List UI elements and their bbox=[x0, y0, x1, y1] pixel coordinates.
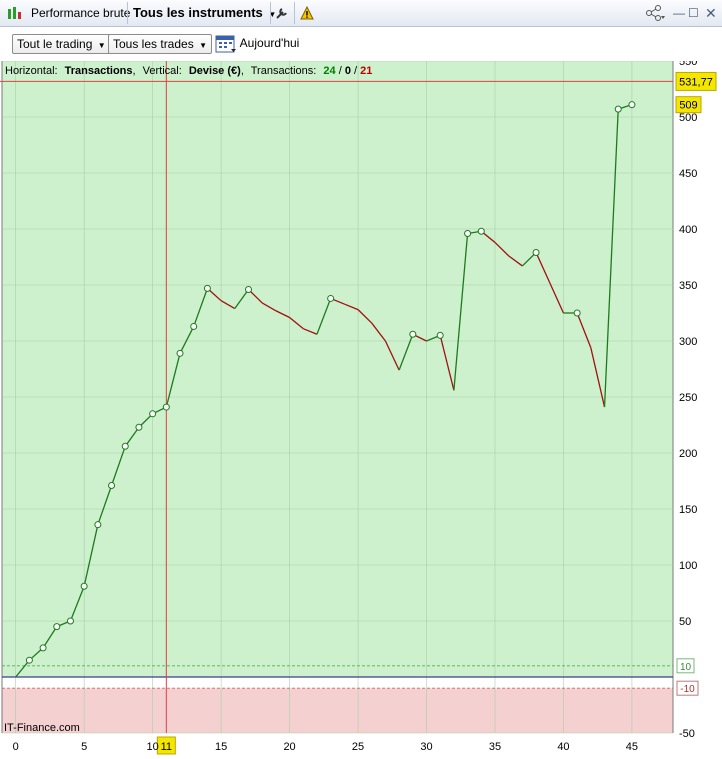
maximize-icon[interactable]: ☐ bbox=[688, 0, 699, 26]
vertical-label: Vertical: bbox=[143, 65, 182, 77]
y-tick-label: 300 bbox=[679, 336, 697, 348]
y-tick-label: 450 bbox=[679, 168, 697, 180]
warning-icon[interactable] bbox=[300, 0, 314, 26]
toolbar-divider bbox=[294, 2, 295, 24]
y-axis-panel bbox=[673, 61, 722, 759]
data-point bbox=[532, 249, 540, 257]
data-point bbox=[135, 423, 143, 431]
y-tick-label: 150 bbox=[679, 504, 697, 516]
y-tick-label: 500 bbox=[679, 112, 697, 124]
upper-threshold-label: 10 bbox=[680, 662, 692, 673]
neutral-zone bbox=[2, 677, 673, 689]
vertical-value: Devise (€) bbox=[189, 65, 241, 77]
data-point bbox=[436, 331, 444, 339]
data-point bbox=[409, 330, 417, 338]
lower-threshold-label: -10 bbox=[680, 684, 695, 695]
y-tick-label: 200 bbox=[679, 448, 697, 460]
date-picker-label: Aujourd'hui bbox=[239, 36, 300, 50]
calendar-icon bbox=[215, 35, 236, 53]
y-tick-label: 100 bbox=[679, 560, 697, 572]
x-tick-label: 30 bbox=[420, 741, 432, 753]
data-point bbox=[94, 521, 102, 529]
chevron-down-icon: ▼ bbox=[199, 41, 207, 50]
trades-filter-label: Tous les trades bbox=[113, 37, 194, 51]
data-point bbox=[190, 322, 198, 330]
last-value-label: 509 bbox=[679, 100, 697, 112]
winning-trades-count: 24 bbox=[323, 65, 336, 77]
equity-chart[interactable]: 10-10531,7711509 -5050100150200250300350… bbox=[0, 61, 722, 759]
instruments-dropdown-label: Tous les instruments bbox=[133, 5, 263, 20]
instruments-dropdown[interactable]: Tous les instruments ▼ bbox=[133, 0, 276, 26]
data-point bbox=[121, 442, 129, 450]
x-tick-label: 45 bbox=[626, 741, 638, 753]
data-point bbox=[614, 105, 622, 113]
data-point bbox=[149, 410, 157, 418]
x-tick-label: 20 bbox=[283, 741, 295, 753]
data-point bbox=[628, 101, 636, 109]
data-point bbox=[477, 227, 485, 235]
data-point bbox=[203, 284, 211, 292]
data-point bbox=[162, 403, 170, 411]
chevron-down-icon: ▼ bbox=[97, 41, 106, 50]
trades-filter-dropdown[interactable]: Tous les trades ▼ bbox=[108, 34, 212, 54]
close-icon[interactable]: ✕ bbox=[705, 0, 717, 26]
horizontal-crosshair-label: 531,77 bbox=[679, 76, 713, 88]
x-tick-label: 15 bbox=[215, 741, 227, 753]
profit-zone bbox=[2, 61, 673, 677]
x-tick-label: 40 bbox=[557, 741, 569, 753]
y-tick-label: 350 bbox=[679, 280, 697, 292]
toolbar-divider bbox=[127, 2, 128, 24]
data-point bbox=[327, 294, 335, 302]
data-point bbox=[80, 582, 88, 590]
x-tick-label: 0 bbox=[13, 741, 19, 753]
minimize-icon[interactable]: — bbox=[673, 0, 685, 26]
data-point bbox=[39, 644, 47, 652]
data-point bbox=[176, 349, 184, 357]
performance-mode-button[interactable]: Performance brute bbox=[31, 0, 130, 26]
loss-zone bbox=[2, 688, 673, 733]
y-tick-label: 50 bbox=[679, 616, 691, 628]
data-point bbox=[464, 229, 472, 237]
chart-info-header: Horizontal: Transactions, Vertical: Devi… bbox=[5, 65, 372, 77]
y-tick-label: 250 bbox=[679, 392, 697, 404]
trading-filter-label: Tout le trading bbox=[17, 37, 93, 51]
neutral-trades-count: 0 bbox=[345, 65, 351, 77]
toolbar-divider bbox=[270, 2, 271, 24]
losing-trades-count: 21 bbox=[360, 65, 372, 77]
y-tick-label: 550 bbox=[679, 61, 697, 68]
data-point bbox=[244, 285, 252, 293]
transactions-label: Transactions: bbox=[251, 65, 317, 77]
x-tick-label: 25 bbox=[352, 741, 364, 753]
y-tick-label: 400 bbox=[679, 224, 697, 236]
vertical-crosshair-label: 11 bbox=[161, 741, 172, 753]
y-tick-label: -50 bbox=[679, 728, 695, 740]
x-tick-label: 35 bbox=[489, 741, 501, 753]
horizontal-label: Horizontal: bbox=[5, 65, 58, 77]
watermark: IT-Finance.com bbox=[4, 722, 80, 734]
top-toolbar: Performance brute Tous les instruments ▼… bbox=[0, 0, 722, 27]
data-point bbox=[66, 617, 74, 625]
horizontal-value: Transactions bbox=[65, 65, 133, 77]
x-tick-label: 5 bbox=[81, 741, 87, 753]
wrench-icon[interactable] bbox=[275, 0, 289, 26]
x-tick-label: 10 bbox=[147, 741, 159, 753]
trading-filter-dropdown[interactable]: Tout le trading ▼ bbox=[12, 34, 111, 54]
chart-type-icon[interactable] bbox=[6, 0, 22, 26]
data-point bbox=[53, 623, 61, 631]
date-picker-button[interactable]: Aujourd'hui bbox=[215, 32, 299, 54]
share-icon[interactable] bbox=[645, 0, 665, 26]
data-point bbox=[108, 481, 116, 489]
data-point bbox=[25, 656, 33, 664]
data-point bbox=[573, 309, 581, 317]
